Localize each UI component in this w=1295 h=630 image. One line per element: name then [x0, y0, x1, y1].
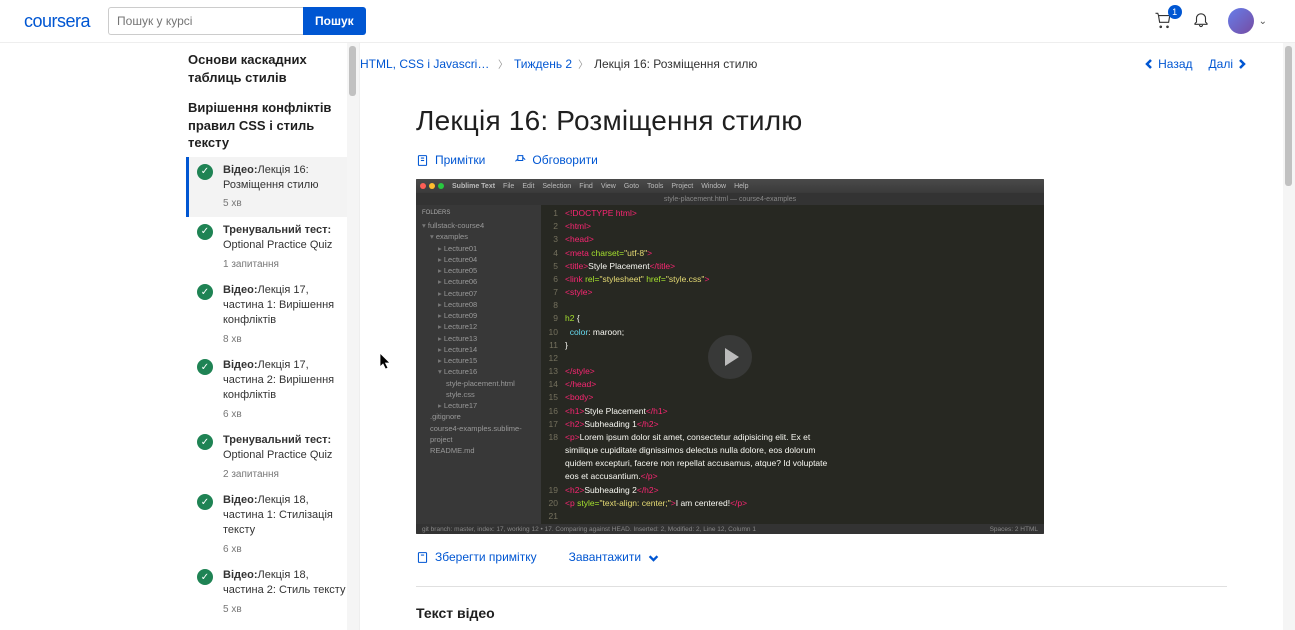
prev-label: Назад [1158, 57, 1192, 71]
check-icon: ✓ [197, 569, 213, 585]
lesson-item[interactable]: ✓Тренувальний тест: Optional Practice Qu… [186, 427, 347, 487]
save-note-button[interactable]: Зберегти примітку [416, 550, 537, 564]
breadcrumb: HTML, CSS і Javascript для ве… 〉 Тиждень… [360, 56, 757, 71]
notifications-icon[interactable] [1192, 10, 1210, 33]
check-icon: ✓ [197, 224, 213, 240]
chevron-right-icon: 〉 [578, 56, 588, 71]
logo[interactable]: coursera [8, 11, 106, 32]
tab-discuss[interactable]: Обговорити [513, 153, 597, 167]
account-menu[interactable]: ⌄ [1228, 8, 1267, 34]
avatar [1228, 8, 1254, 34]
lesson-item[interactable]: ✓Відео:Лекція 16: Розміщення стилю5 хв [186, 157, 347, 217]
editor-tab: style-placement.html — course4-examples [416, 193, 1044, 205]
next-label: Далі [1209, 57, 1233, 71]
download-label: Завантажити [569, 550, 641, 564]
content-scrollbar[interactable] [1283, 43, 1295, 630]
tab-notes-label: Примітки [435, 153, 485, 167]
code-content: <!DOCTYPE html><html><head><meta charset… [563, 205, 1044, 524]
tab-notes[interactable]: Примітки [416, 153, 485, 167]
page-title: Лекція 16: Розміщення стилю [416, 105, 1227, 137]
chevron-down-icon: ⌄ [1259, 16, 1267, 27]
check-icon: ✓ [197, 359, 213, 375]
save-note-label: Зберегти примітку [435, 550, 537, 564]
download-button[interactable]: Завантажити [569, 550, 660, 564]
chevron-right-icon: 〉 [498, 56, 508, 71]
next-button[interactable]: Далі [1209, 57, 1247, 71]
section-heading[interactable]: Основи каскадних таблиць стилів [188, 43, 347, 91]
check-icon: ✓ [197, 434, 213, 450]
breadcrumb-current: Лекція 16: Розміщення стилю [594, 57, 757, 71]
tab-discuss-label: Обговорити [532, 153, 597, 167]
line-numbers: 12345678910111213141516171819202122 [541, 205, 563, 524]
check-icon: ✓ [197, 494, 213, 510]
check-icon: ✓ [197, 164, 213, 180]
header: coursera Пошук 1 ⌄ [0, 0, 1295, 43]
lesson-item[interactable]: ✓Тренувальний тест: Optional Practice Qu… [186, 217, 347, 277]
cart-badge: 1 [1168, 5, 1182, 19]
section-heading[interactable]: Вирішення конфліктів правил CSS і стиль … [188, 91, 347, 157]
play-button[interactable] [708, 335, 752, 379]
search-input[interactable] [108, 7, 303, 35]
lesson-item[interactable]: ✓Відео:Лекція 17, частина 2: Вирішення к… [186, 352, 347, 427]
divider [416, 586, 1227, 587]
editor-menubar: Sublime TextFileEditSelectionFindViewGot… [416, 179, 1044, 193]
editor-statusbar: git branch: master, index: 17, working 1… [416, 524, 1044, 534]
lesson-item[interactable]: ✓Відео:Лекція 18, частина 1: Стилізація … [186, 487, 347, 562]
search-button[interactable]: Пошук [303, 7, 366, 35]
lesson-item[interactable]: ✓Читання:ЗВ'ЯЖІТЬСЯ ЗІ МНОЮ!2 хв [186, 623, 347, 630]
sidebar-scrollbar[interactable] [347, 43, 359, 630]
breadcrumb-week[interactable]: Тиждень 2 [514, 57, 572, 71]
lesson-item[interactable]: ✓Відео:Лекція 18, частина 2: Стиль текст… [186, 562, 347, 622]
cart-icon[interactable]: 1 [1154, 11, 1174, 31]
lesson-item[interactable]: ✓Відео:Лекція 17, частина 1: Вирішення к… [186, 277, 347, 352]
file-tree: FOLDERS fullstack-course4examplesLecture… [416, 205, 541, 524]
transcript-heading: Текст відео [416, 605, 1227, 621]
prev-button[interactable]: Назад [1144, 57, 1192, 71]
check-icon: ✓ [197, 284, 213, 300]
video-player[interactable]: Sublime TextFileEditSelectionFindViewGot… [416, 179, 1044, 534]
breadcrumb-course[interactable]: HTML, CSS і Javascript для ве… [360, 57, 492, 71]
